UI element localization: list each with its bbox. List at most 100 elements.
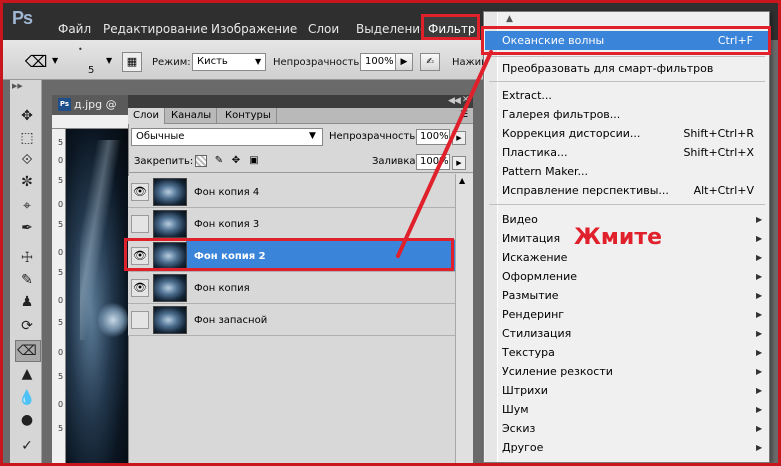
submenu-blur[interactable]: Размытие [502, 286, 559, 305]
menu-image[interactable]: Изображение [211, 20, 297, 38]
lock-image-pixels-icon[interactable]: ✎ [213, 155, 225, 167]
mode-label: Режим: [152, 57, 191, 68]
brush-panel-toggle-icon[interactable]: ▦ [122, 52, 142, 72]
ruler-label: 5 [58, 424, 64, 433]
menu-item-ocean-ripple[interactable]: Океанские волны [502, 31, 604, 50]
submenu-texture[interactable]: Текстура [502, 343, 555, 362]
opacity-label: Непрозрачность: [273, 57, 363, 68]
canvas-eye-highlight [98, 300, 128, 340]
quick-select-tool-icon[interactable]: ✼ [17, 172, 37, 192]
dodge-tool-icon[interactable]: ● [17, 410, 37, 430]
submenu-sketch-design[interactable]: Оформление [502, 267, 577, 286]
layers-scrollbar[interactable] [455, 174, 473, 463]
tablet-pressure-icon[interactable]: ✍ [420, 53, 440, 71]
menu-filter[interactable]: Фильтр [428, 20, 475, 38]
eyedropper-tool-icon[interactable]: ✒ [17, 218, 37, 238]
submenu-arrow-icon: ▶ [756, 424, 763, 433]
submenu-brush-strokes[interactable]: Штрихи [502, 381, 548, 400]
submenu-sharpen[interactable]: Усиление резкости [502, 362, 613, 381]
preset-dropdown-arrow-icon[interactable]: ▼ [52, 56, 58, 65]
menu-select[interactable]: Выделение [356, 20, 427, 38]
menu-item-liquify[interactable]: Пластика... [502, 143, 568, 162]
opacity-input[interactable]: 100% [360, 53, 396, 71]
paint-bucket-tool-icon[interactable]: ▲ [17, 364, 37, 384]
clone-stamp-tool-icon[interactable]: ♟ [17, 292, 37, 312]
panel-menu-icon[interactable]: ☰ [460, 110, 468, 120]
visibility-eye-icon[interactable]: 👁 [131, 279, 149, 297]
ruler-label: 0 [58, 200, 64, 209]
annotation-text: Жмите [574, 225, 662, 250]
submenu-sketch[interactable]: Эскиз [502, 419, 535, 438]
submenu-render[interactable]: Рендеринг [502, 305, 564, 324]
menu-item-vanishing-point[interactable]: Исправление перспективы... [502, 181, 669, 200]
eraser-tool-icon[interactable]: ⌫ [17, 341, 37, 361]
marquee-tool-icon[interactable]: ⬚ [17, 128, 37, 148]
layer-opacity-slider-icon[interactable]: ▶ [452, 131, 466, 145]
menu-layers[interactable]: Слои [308, 20, 339, 38]
mode-dropdown-arrow-icon[interactable]: ▼ [255, 57, 261, 66]
visibility-toggle-empty[interactable] [131, 215, 149, 233]
layer-thumbnail [153, 178, 187, 206]
submenu-video[interactable]: Видео [502, 210, 538, 229]
submenu-other[interactable]: Другое [502, 438, 543, 457]
fill-slider-icon[interactable]: ▶ [452, 156, 466, 170]
layer-name[interactable]: Фон копия [194, 282, 250, 296]
menu-item-extract[interactable]: Extract... [502, 86, 552, 105]
panel-close-icon[interactable]: ✕ [462, 95, 470, 105]
tab-layers[interactable]: Слои [128, 108, 165, 124]
submenu-arrow-icon: ▶ [756, 443, 763, 452]
opacity-slider-arrow-icon[interactable]: ▶ [395, 53, 413, 71]
brush-tool-icon[interactable]: ✎ [17, 270, 37, 290]
toolbar-collapse-icon[interactable]: ▶▶ [12, 82, 23, 90]
move-tool-icon[interactable]: ✥ [17, 106, 37, 126]
ruler-label: 5 [58, 268, 64, 277]
fill-label: Заливка: [372, 156, 419, 167]
layer-thumbnail [153, 306, 187, 334]
eraser-tool-preset-icon[interactable]: ⌫ [24, 51, 48, 73]
layer-thumbnail [153, 274, 187, 302]
blend-mode-select[interactable]: Обычные [131, 128, 323, 146]
blend-mode-dropdown-icon[interactable]: ▼ [309, 131, 316, 141]
menu-item-filter-gallery[interactable]: Галерея фильтров... [502, 105, 620, 124]
crop-tool-icon[interactable]: ⌖ [17, 196, 37, 216]
fill-input[interactable]: 100% [416, 154, 450, 170]
layers-panel-header [128, 95, 473, 108]
panel-collapse-icon[interactable]: ◀◀ [448, 96, 461, 106]
menu-item-convert-smart[interactable]: Преобразовать для смарт-фильтров [502, 59, 713, 78]
layer-name[interactable]: Фон копия 4 [194, 186, 259, 200]
shortcut-vanishing-point: Alt+Ctrl+V [693, 184, 754, 197]
menu-file[interactable]: Файл [58, 20, 91, 38]
blur-tool-icon[interactable]: 💧 [17, 388, 37, 408]
healing-brush-tool-icon[interactable]: ☩ [17, 248, 37, 268]
lasso-tool-icon[interactable]: ⟐ [17, 150, 37, 170]
menu-gutter [485, 12, 498, 462]
history-brush-tool-icon[interactable]: ⟳ [17, 316, 37, 336]
menu-edit[interactable]: Редактирование [103, 20, 208, 38]
layer-name[interactable]: Фон копия 3 [194, 218, 259, 232]
menu-item-lens-correction[interactable]: Коррекция дисторсии... [502, 124, 640, 143]
lock-transparent-pixels-icon[interactable] [195, 155, 207, 167]
brush-size-value[interactable]: 5 [88, 64, 94, 78]
photoshop-logo: Ps [12, 8, 33, 28]
tab-paths[interactable]: Контуры [220, 108, 277, 124]
submenu-artistic[interactable]: Имитация [502, 229, 560, 248]
submenu-noise[interactable]: Шум [502, 400, 529, 419]
ruler-label: 5 [58, 138, 64, 147]
layer-name[interactable]: Фон запасной [194, 314, 267, 328]
menu-item-pattern-maker[interactable]: Pattern Maker... [502, 162, 588, 181]
layer-opacity-input[interactable]: 100% [416, 129, 450, 145]
selected-layer-highlight-frame [124, 238, 454, 271]
brush-size-dropdown-arrow-icon[interactable]: ▼ [106, 56, 112, 65]
visibility-toggle-empty[interactable] [131, 311, 149, 329]
ruler-label: 0 [58, 296, 64, 305]
submenu-distort[interactable]: Искажение [502, 248, 567, 267]
tab-channels[interactable]: Каналы [166, 108, 218, 124]
visibility-eye-icon[interactable]: 👁 [131, 183, 149, 201]
document-title: д.jpg @ [74, 98, 117, 111]
submenu-stylize[interactable]: Стилизация [502, 324, 571, 343]
scroll-up-icon[interactable]: ▲ [459, 176, 465, 185]
lock-position-icon[interactable]: ✥ [230, 155, 242, 167]
lock-all-icon[interactable]: ▣ [248, 155, 260, 167]
menu-scroll-up-icon[interactable]: ▲ [506, 14, 513, 24]
pen-tool-icon[interactable]: ✓ [17, 436, 37, 456]
